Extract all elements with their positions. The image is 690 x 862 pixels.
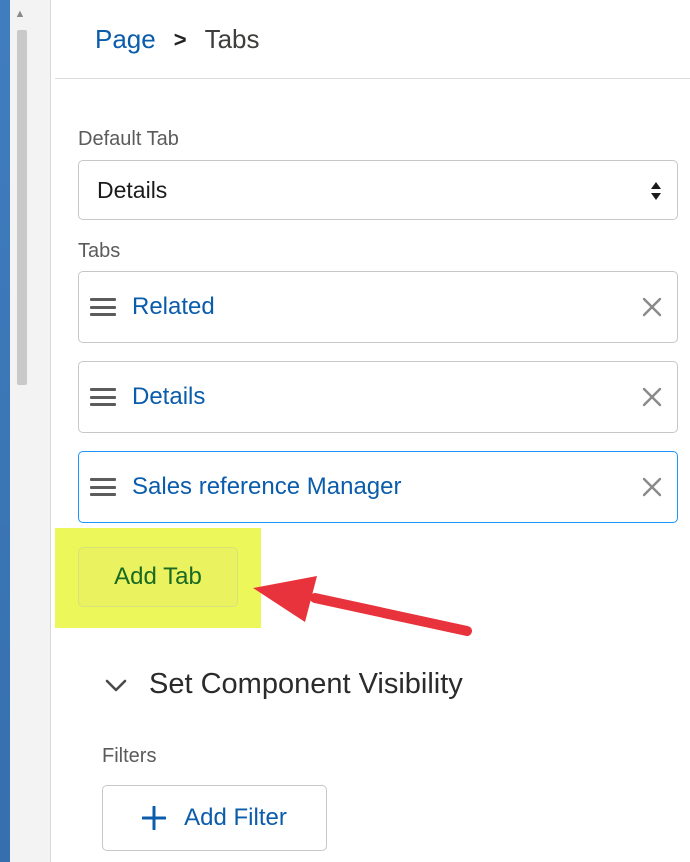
scroll-up-icon[interactable]: ▲ bbox=[13, 6, 27, 22]
panel-header: Page > Tabs bbox=[55, 0, 690, 79]
default-tab-value: Details bbox=[97, 176, 168, 203]
breadcrumb-separator: > bbox=[173, 26, 187, 52]
breadcrumb: Page > Tabs bbox=[95, 24, 260, 55]
add-tab-button[interactable]: Add Tab bbox=[78, 547, 238, 607]
select-arrows-icon bbox=[649, 173, 663, 209]
scrollbar-thumb[interactable] bbox=[17, 30, 27, 385]
tab-item-label[interactable]: Sales reference Manager bbox=[132, 473, 401, 501]
tab-item-label[interactable]: Details bbox=[132, 383, 205, 411]
default-tab-select[interactable]: Details bbox=[78, 160, 678, 220]
breadcrumb-page-link[interactable]: Page bbox=[95, 24, 156, 55]
tab-item-label[interactable]: Related bbox=[132, 293, 215, 321]
drag-handle-icon[interactable] bbox=[90, 298, 116, 316]
close-icon[interactable] bbox=[639, 294, 665, 320]
background-strip bbox=[0, 0, 10, 862]
properties-panel: Page > Tabs Default Tab Details Tabs Rel… bbox=[55, 0, 690, 862]
visibility-section-toggle[interactable]: Set Component Visibility bbox=[103, 668, 463, 701]
chevron-down-icon[interactable] bbox=[103, 672, 129, 698]
visibility-section-title: Set Component Visibility bbox=[149, 668, 463, 700]
annotation-arrow bbox=[253, 576, 472, 636]
plus-icon bbox=[142, 806, 167, 830]
filters-label: Filters bbox=[102, 745, 157, 767]
tab-item[interactable]: Details bbox=[78, 361, 678, 433]
add-filter-button[interactable]: Add Filter bbox=[102, 785, 327, 851]
close-icon[interactable] bbox=[639, 474, 665, 500]
add-filter-label: Add Filter bbox=[184, 804, 287, 831]
close-icon[interactable] bbox=[639, 384, 665, 410]
tab-item[interactable]: Related bbox=[78, 271, 678, 343]
breadcrumb-current: Tabs bbox=[204, 24, 260, 54]
tabs-label: Tabs bbox=[78, 240, 121, 262]
tab-item[interactable]: Sales reference Manager bbox=[78, 451, 678, 523]
drag-handle-icon[interactable] bbox=[90, 388, 116, 406]
drag-handle-icon[interactable] bbox=[90, 478, 116, 496]
default-tab-label: Default Tab bbox=[78, 128, 179, 150]
